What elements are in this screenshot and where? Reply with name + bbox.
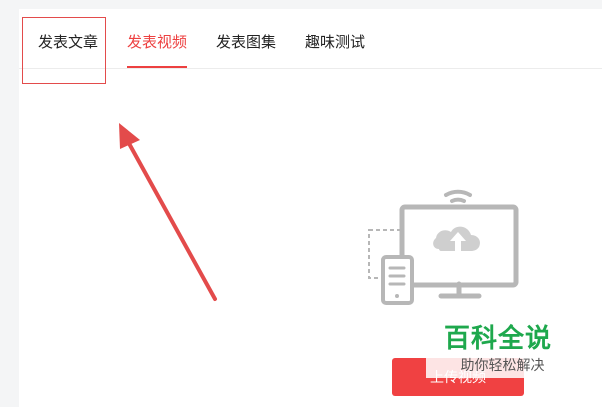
upload-devices-icon xyxy=(368,189,519,305)
tab-publish-article[interactable]: 发表文章 xyxy=(38,9,98,68)
tab-publish-gallery[interactable]: 发表图集 xyxy=(216,9,276,68)
upload-video-button[interactable]: 上传视频 xyxy=(392,358,524,396)
tab-fun-quiz[interactable]: 趣味测试 xyxy=(305,9,365,68)
publish-tabs: 发表文章 发表视频 发表图集 趣味测试 xyxy=(19,9,602,69)
publish-page: 发表文章 发表视频 发表图集 趣味测试 上传视频 百科全说 助你轻松解决 xyxy=(0,0,602,407)
tab-publish-video[interactable]: 发表视频 xyxy=(127,9,188,68)
